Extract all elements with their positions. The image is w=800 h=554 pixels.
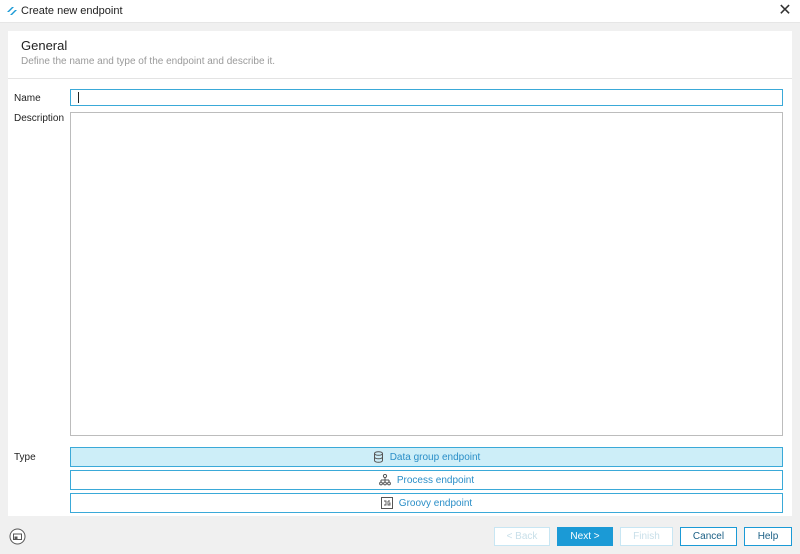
form-panel: Name Description Type Data group endpoin… — [8, 79, 792, 516]
description-textarea[interactable] — [70, 112, 783, 436]
window-title: Create new endpoint — [21, 5, 123, 17]
page-subtitle: Define the name and type of the endpoint… — [21, 56, 276, 67]
type-option-groovy[interactable]: Groovy endpoint — [70, 493, 783, 513]
groovy-icon — [380, 497, 393, 509]
close-icon[interactable]: ✕ — [776, 2, 794, 20]
text-caret — [78, 92, 79, 103]
name-label: Name — [14, 93, 41, 104]
type-label: Type — [14, 452, 36, 463]
back-button[interactable]: < Back — [494, 527, 550, 546]
help-button[interactable]: Help — [744, 527, 792, 546]
type-option-label: Data group endpoint — [389, 451, 481, 463]
type-option-data-group[interactable]: Data group endpoint — [70, 447, 783, 467]
type-option-process[interactable]: Process endpoint — [70, 470, 783, 490]
cancel-button[interactable]: Cancel — [680, 527, 737, 546]
next-button[interactable]: Next > — [557, 527, 613, 546]
type-option-label: Groovy endpoint — [398, 497, 473, 509]
type-option-label: Process endpoint — [396, 474, 475, 486]
name-input[interactable] — [70, 89, 783, 106]
database-icon — [373, 451, 383, 463]
description-label: Description — [14, 113, 65, 124]
finish-button[interactable]: Finish — [620, 527, 673, 546]
app-logo-icon — [7, 7, 17, 15]
process-hierarchy-icon — [378, 474, 391, 486]
window-titlebar: Create new endpoint ✕ — [0, 0, 800, 23]
screenshot-icon[interactable] — [9, 528, 26, 545]
wizard-header: General Define the name and type of the … — [8, 31, 792, 79]
page-title: General — [21, 38, 68, 53]
